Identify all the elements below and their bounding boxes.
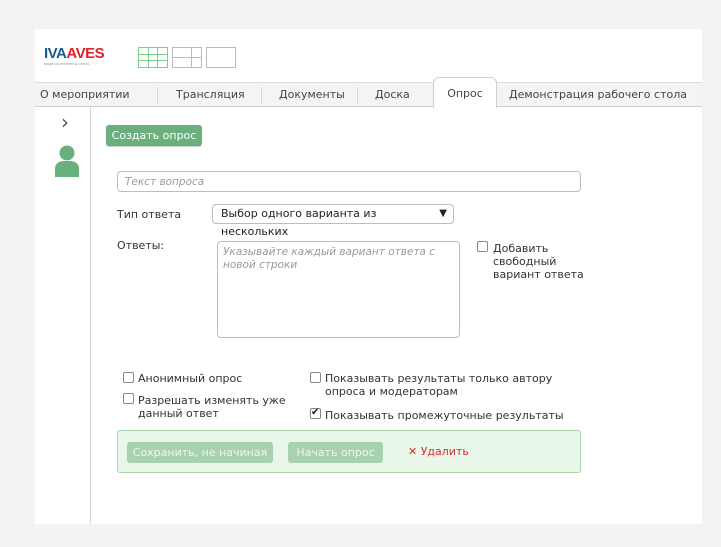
answers-label: Ответы:	[117, 239, 165, 252]
poll-footer: Сохранить, не начиная Начать опрос ✕ Уда…	[117, 430, 581, 473]
anonymous-checkbox[interactable]	[123, 372, 134, 383]
free-answer-label: Добавить свободный вариант ответа	[493, 242, 584, 281]
create-poll-button[interactable]: Создать опрос	[106, 125, 202, 146]
allow-change-checkbox[interactable]	[123, 393, 134, 404]
tab-screen-share[interactable]: Демонстрация рабочего стола	[509, 88, 687, 101]
start-poll-button[interactable]: Начать опрос	[288, 442, 383, 463]
answer-type-select[interactable]: Выбор одного варианта из нескольких ▼	[212, 204, 454, 238]
anonymous-label: Анонимный опрос	[138, 372, 243, 385]
tab-divider	[157, 87, 158, 104]
logo-subtitle: ВИДЕОКОНФЕРЕНЦ-СВЯЗЬ	[44, 62, 90, 66]
layout-switcher	[138, 47, 236, 68]
tab-broadcast[interactable]: Трансляция	[176, 88, 245, 101]
dropdown-arrow-icon: ▼	[439, 208, 447, 219]
answer-type-label: Тип ответа	[117, 208, 182, 221]
poll-panel: IVAAVES ВИДЕОКОНФЕРЕНЦ-СВЯЗЬ О мероприят…	[35, 29, 702, 524]
save-without-start-button[interactable]: Сохранить, не начиная	[127, 442, 273, 463]
answer-type-value: Выбор одного варианта из нескольких	[221, 207, 377, 238]
ivaaves-logo: IVAAVES ВИДЕОКОНФЕРЕНЦ-СВЯЗЬ	[44, 45, 105, 67]
logo-part1: IVA	[44, 45, 67, 62]
allow-change-label: Разрешать изменять уже данный ответ	[138, 394, 286, 420]
delete-label: Удалить	[420, 445, 469, 458]
intermediate-results-label: Показывать промежуточные результаты	[325, 409, 564, 422]
tab-event-info[interactable]: О мероприятии	[40, 88, 130, 101]
tab-bar: О мероприятии Трансляция Документы Доска…	[35, 82, 702, 107]
logo-part2: AVES	[66, 45, 105, 62]
tab-poll[interactable]: Опрос	[433, 77, 497, 108]
close-icon: ✕	[408, 445, 418, 458]
tab-documents[interactable]: Документы	[279, 88, 345, 101]
layout-grid-icon[interactable]	[138, 47, 168, 68]
intermediate-results-checkbox[interactable]	[310, 407, 321, 419]
results-author-label: Показывать результаты только автору опро…	[325, 372, 553, 398]
answers-textarea[interactable]: Указывайте каждый вариант ответа с новой…	[217, 241, 460, 338]
chevron-right-icon[interactable]: ›	[61, 112, 69, 132]
layout-single-icon[interactable]	[206, 47, 236, 68]
layout-split-icon[interactable]	[172, 47, 202, 68]
delete-button[interactable]: ✕ Удалить	[408, 445, 469, 458]
tab-divider	[357, 87, 358, 104]
question-text-input[interactable]: Текст вопроса	[117, 171, 581, 192]
user-avatar-icon	[54, 145, 80, 180]
left-column-divider	[90, 107, 91, 524]
tab-divider	[261, 87, 262, 104]
results-author-checkbox[interactable]	[310, 372, 321, 383]
tab-board[interactable]: Доска	[375, 88, 410, 101]
free-answer-checkbox[interactable]	[477, 241, 488, 252]
